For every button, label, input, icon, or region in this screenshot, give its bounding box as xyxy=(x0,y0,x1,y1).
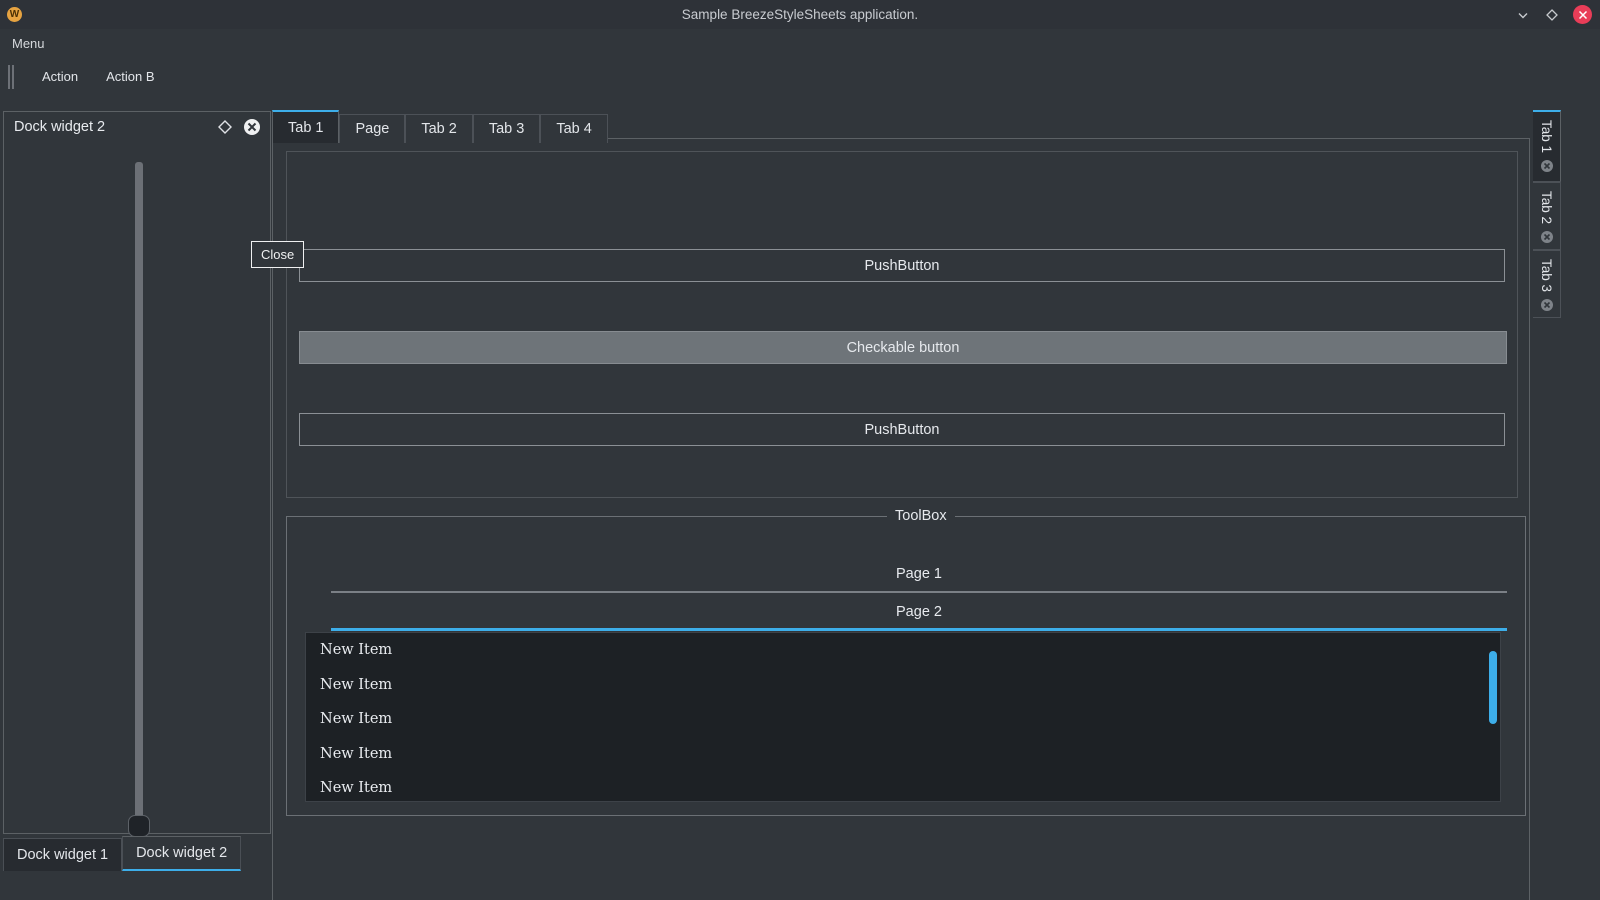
window-controls xyxy=(1515,0,1592,29)
list-item[interactable]: New Item xyxy=(306,668,1500,703)
dock-titlebar: Dock widget 2 xyxy=(4,112,270,142)
diamond-icon[interactable] xyxy=(1544,7,1560,23)
checkable-button[interactable]: Checkable button xyxy=(299,331,1507,364)
tab-label: Page xyxy=(355,121,390,137)
close-circle-icon[interactable] xyxy=(1540,230,1554,244)
list-scrollbar[interactable] xyxy=(1486,633,1500,801)
close-circle-icon[interactable] xyxy=(1573,5,1592,24)
vertical-tab-1[interactable]: Tab 1 xyxy=(1533,110,1561,182)
dock-float-icon[interactable] xyxy=(217,119,233,135)
vertical-tab-label: Tab 1 xyxy=(1539,120,1554,154)
central-tabbar: Tab 1 Page Tab 2 Tab 3 Tab 4 xyxy=(272,110,1530,143)
list-item[interactable]: New Item xyxy=(306,633,1500,668)
toolbar-action-action[interactable]: Action xyxy=(28,64,92,89)
dock-tab-label: Dock widget 1 xyxy=(17,847,109,863)
dock-widget-2: Dock widget 2 xyxy=(3,111,271,837)
vertical-slider[interactable] xyxy=(128,162,150,837)
toolbox-page-1[interactable]: Page 1 xyxy=(331,557,1507,593)
toolbox-legend: ToolBox xyxy=(887,508,955,524)
dock-content xyxy=(4,142,270,837)
tab-tab-2[interactable]: Tab 2 xyxy=(405,114,473,143)
toolbar: Action Action B xyxy=(0,58,1600,95)
dock-tab-widget-1[interactable]: Dock widget 1 xyxy=(3,838,123,871)
main-area: Dock widget 2 Dock widget 1 Dock widget … xyxy=(0,100,1600,900)
window-titlebar: W Sample BreezeStyleSheets application. xyxy=(0,0,1600,29)
tab-label: Tab 2 xyxy=(421,121,457,137)
button-group-frame: PushButton Checkable button PushButton xyxy=(286,151,1518,498)
list-item[interactable]: New Item xyxy=(306,771,1500,801)
vertical-tab-2[interactable]: Tab 2 xyxy=(1533,182,1561,250)
dock-tab-label: Dock widget 2 xyxy=(136,845,228,861)
toolbar-drag-handle[interactable] xyxy=(8,64,16,89)
window-title: Sample BreezeStyleSheets application. xyxy=(681,7,919,22)
tab-tab-1[interactable]: Tab 1 xyxy=(272,110,340,143)
tab-tab-4[interactable]: Tab 4 xyxy=(540,114,608,143)
tab-label: Tab 4 xyxy=(556,121,592,137)
tab-tab-3[interactable]: Tab 3 xyxy=(472,114,541,143)
toolbar-action-action-b[interactable]: Action B xyxy=(92,64,168,89)
tab-pane-tab-1: PushButton Checkable button PushButton T… xyxy=(272,138,1530,900)
tooltip-close: Close xyxy=(251,241,305,268)
toolbox-page-label: Page 2 xyxy=(896,603,942,620)
chevron-down-icon[interactable] xyxy=(1515,7,1531,23)
list-widget[interactable]: New Item New Item New Item New Item New … xyxy=(305,632,1501,802)
central-tab-widget: Tab 1 Page Tab 2 Tab 3 Tab 4 PushButton … xyxy=(272,110,1530,900)
menubar-item-menu[interactable]: Menu xyxy=(2,36,55,51)
dock-close-icon[interactable] xyxy=(243,118,261,136)
close-circle-icon[interactable] xyxy=(1540,298,1554,312)
vertical-tab-label: Tab 3 xyxy=(1539,259,1554,293)
tab-label: Tab 1 xyxy=(288,119,324,136)
vertical-tabbar: Tab 1 Tab 2 Tab 3 xyxy=(1533,110,1561,340)
menubar: Menu xyxy=(0,29,1600,58)
close-circle-icon[interactable] xyxy=(1540,159,1554,173)
toolbox-page-label: Page 1 xyxy=(896,566,942,582)
list-item[interactable]: New Item xyxy=(306,702,1500,737)
dock-tab-widget-2[interactable]: Dock widget 2 xyxy=(122,836,242,871)
push-button-bottom[interactable]: PushButton xyxy=(299,413,1505,446)
tab-page[interactable]: Page xyxy=(339,114,406,143)
slider-groove xyxy=(135,162,143,822)
list-item[interactable]: New Item xyxy=(306,737,1500,772)
toolbox-page-2[interactable]: Page 2 xyxy=(331,595,1507,631)
push-button-top[interactable]: PushButton xyxy=(299,249,1505,282)
dock-tabbar: Dock widget 1 Dock widget 2 xyxy=(3,836,242,871)
vertical-tab-label: Tab 2 xyxy=(1539,191,1554,225)
slider-handle[interactable] xyxy=(128,815,150,837)
vertical-tab-3[interactable]: Tab 3 xyxy=(1533,250,1561,318)
scrollbar-handle[interactable] xyxy=(1489,651,1497,724)
tab-label: Tab 3 xyxy=(488,121,525,137)
dock-title-label: Dock widget 2 xyxy=(14,119,106,135)
